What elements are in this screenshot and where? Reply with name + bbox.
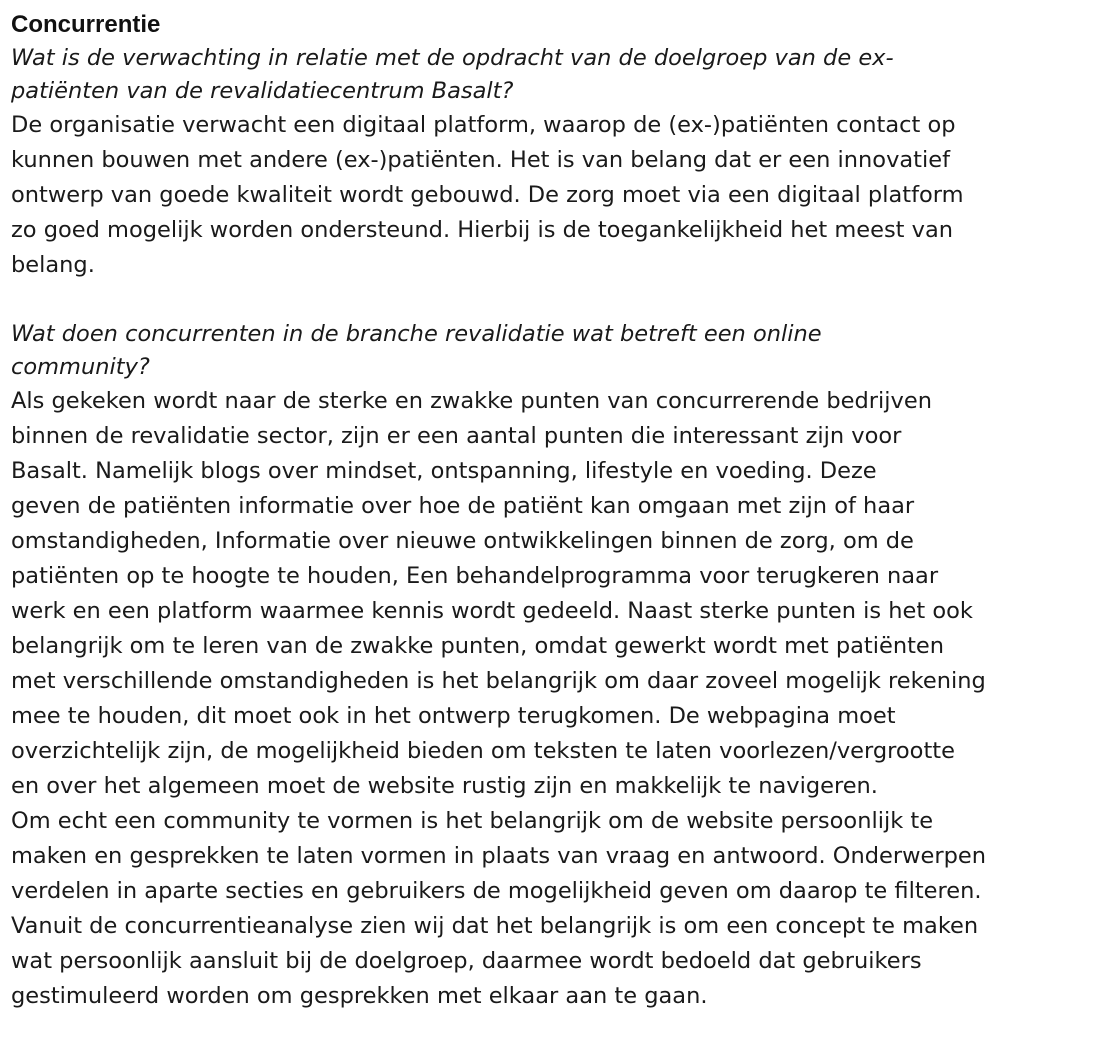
paragraph-line: mee te houden, dit moet ook in het ontwe… bbox=[11, 703, 896, 729]
paragraph-line: geven de patiënten informatie over hoe d… bbox=[11, 493, 915, 519]
paragraph-line: wat persoonlijk aansluit bij de doelgroe… bbox=[11, 948, 922, 974]
paragraph-line: belangrijk om te leren van de zwakke pun… bbox=[11, 633, 945, 659]
paragraph-line: patiënten op te hoogte te houden, Een be… bbox=[11, 563, 939, 589]
paragraph-line: ontwerp van goede kwaliteit wordt gebouw… bbox=[11, 182, 964, 208]
paragraph-line: Als gekeken wordt naar de sterke en zwak… bbox=[11, 388, 932, 414]
paragraph-line: overzichtelijk zijn, de mogelijkheid bie… bbox=[11, 738, 955, 764]
paragraph-line: Om echt een community te vormen is het b… bbox=[11, 808, 934, 834]
answer-competitors: Als gekeken wordt naar de sterke en zwak… bbox=[11, 384, 1106, 1014]
answer-expectation: De organisatie verwacht een digitaal pla… bbox=[11, 108, 1106, 283]
paragraph-line: Basalt. Namelijk blogs over mindset, ont… bbox=[11, 458, 877, 484]
paragraph-line: en over het algemeen moet de website rus… bbox=[11, 773, 878, 799]
question-expectation: Wat is de verwachting in relatie met de … bbox=[11, 45, 894, 104]
paragraph-line: werk en een platform waarmee kennis word… bbox=[11, 598, 973, 624]
section-heading: Concurrentie bbox=[11, 11, 161, 38]
paragraph-line: met verschillende omstandigheden is het … bbox=[11, 668, 986, 694]
paragraph-line: belang. bbox=[11, 252, 95, 278]
paragraph-line: maken en gesprekken te laten vormen in p… bbox=[11, 843, 987, 869]
document-body: Concurrentie Wat is de verwachting in re… bbox=[11, 8, 1106, 1014]
paragraph-line: De organisatie verwacht een digitaal pla… bbox=[11, 112, 956, 138]
paragraph-line: gestimuleerd worden om gesprekken met el… bbox=[11, 983, 708, 1009]
question-competitors: Wat doen concurrenten in de branche reva… bbox=[11, 321, 822, 380]
paragraph-line: binnen de revalidatie sector, zijn er ee… bbox=[11, 423, 902, 449]
paragraph-line: omstandigheden, Informatie over nieuwe o… bbox=[11, 528, 914, 554]
paragraph-line: zo goed mogelijk worden ondersteund. Hie… bbox=[11, 217, 954, 243]
paragraph-line: Vanuit de concurrentieanalyse zien wij d… bbox=[11, 913, 979, 939]
paragraph-line: kunnen bouwen met andere (ex-)patiënten.… bbox=[11, 147, 951, 173]
paragraph-line: verdelen in aparte secties en gebruikers… bbox=[11, 878, 982, 904]
